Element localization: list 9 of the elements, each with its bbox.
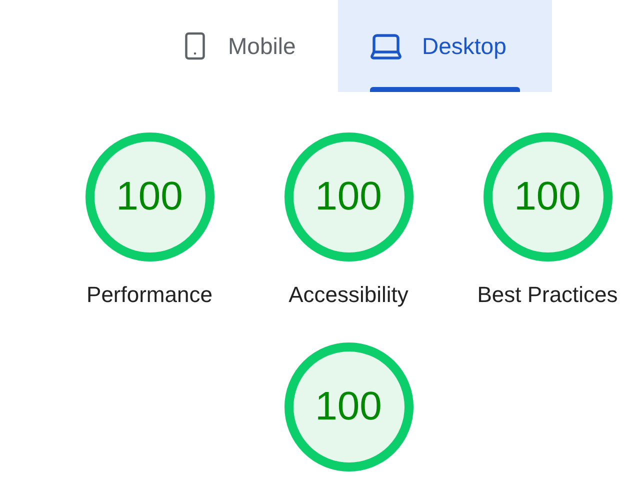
device-tab[interactable]: Desktop <box>338 0 552 92</box>
category-label: Accessibility <box>288 282 408 308</box>
category-label: Best Practices <box>477 282 618 308</box>
score-value: 100 <box>315 384 382 430</box>
score-value: 100 <box>514 174 581 220</box>
category-label: Performance <box>86 282 212 308</box>
device-tab[interactable]: Mobile <box>150 0 338 92</box>
score-value: 100 <box>315 174 382 220</box>
score-value: 100 <box>116 174 183 220</box>
